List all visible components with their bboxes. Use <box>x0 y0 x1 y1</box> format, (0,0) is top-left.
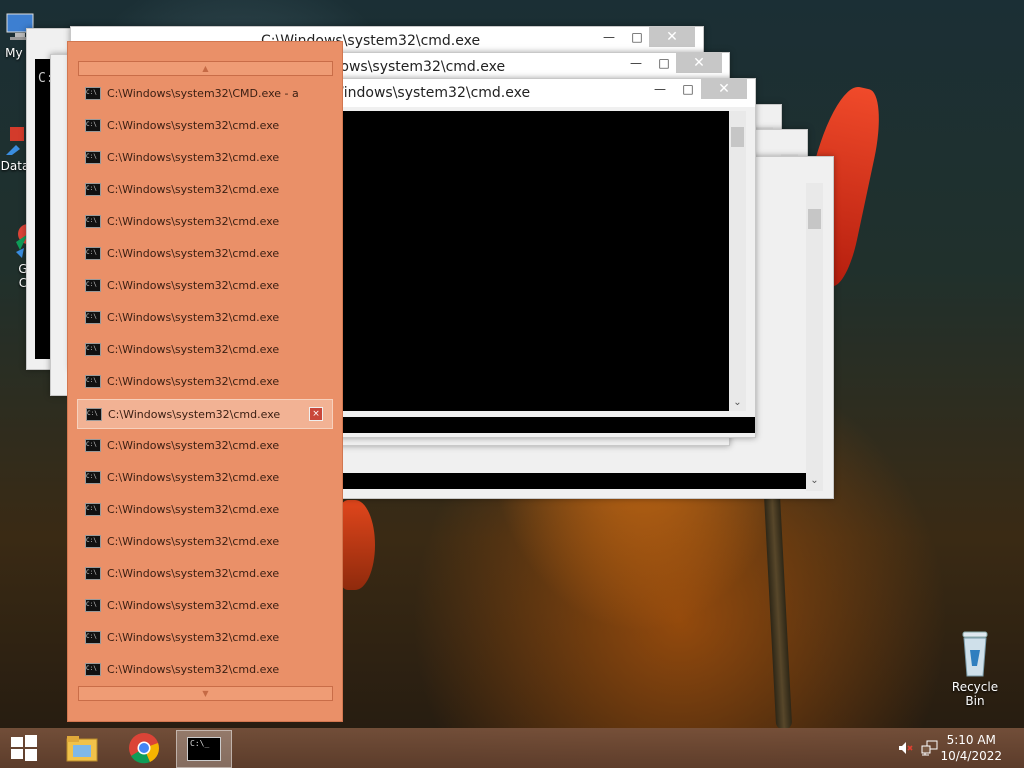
window-list-item-label: C:\Windows\system32\cmd.exe <box>107 598 280 612</box>
window-list-item-label: C:\Windows\system32\cmd.exe <box>107 470 280 484</box>
window-list-item-label: C:\Windows\system32\cmd.exe <box>107 662 280 676</box>
cmd-icon: C:\ <box>85 534 101 548</box>
maximize-button[interactable]: □ <box>624 27 650 47</box>
desktop-icon-recycle-bin[interactable]: Recycle Bin <box>942 630 1008 708</box>
cmd-icon: C:\ <box>85 598 101 612</box>
cmd-icon: C:\ <box>85 662 101 676</box>
cmd-icon: C:\ <box>85 278 101 292</box>
window-list-item[interactable]: C:\ C:\Windows\system32\cmd.exe <box>77 303 331 331</box>
window-list-item[interactable]: C:\ C:\Windows\system32\cmd.exe <box>77 271 331 299</box>
window-title: C:\Windows\system32\cmd.exe <box>311 85 531 101</box>
window-list-item[interactable]: C:\ C:\Windows\system32\cmd.exe <box>77 431 331 459</box>
window-list-item-label: C:\Windows\system32\cmd.exe <box>107 182 280 196</box>
volume-muted-icon[interactable] <box>897 740 913 760</box>
window-list-item[interactable]: C:\ C:\Windows\system32\cmd.exe <box>77 207 331 235</box>
window-list-item-label: C:\Windows\system32\CMD.exe - a <box>107 86 299 100</box>
window-list-item-label: C:\Windows\system32\cmd.exe <box>107 118 280 132</box>
cmd-icon: C:\ <box>85 374 101 388</box>
cmd-taskbar-button[interactable]: C:\_ <box>176 730 232 768</box>
scroll-thumb[interactable] <box>731 127 744 147</box>
window-list-item-label: C:\Windows\system32\cmd.exe <box>107 630 280 644</box>
window-list-item[interactable]: C:\ C:\Windows\system32\cmd.exe × <box>77 399 333 429</box>
cmd-icon: C:\ <box>85 438 101 452</box>
close-window-icon[interactable]: × <box>309 407 323 421</box>
vertical-scrollbar[interactable]: ⌄ <box>729 111 746 411</box>
cmd-icon: C:\ <box>85 342 101 356</box>
window-list-item-label: C:\Windows\system32\cmd.exe <box>107 502 280 516</box>
window-list-item-label: C:\Windows\system32\cmd.exe <box>108 407 281 421</box>
cmd-icon: C:\ <box>85 86 101 100</box>
taskbar-window-list[interactable]: ▲ C:\ C:\Windows\system32\CMD.exe - a C:\ C… <box>67 41 343 722</box>
window-list-item-label: C:\Windows\system32\cmd.exe <box>107 438 280 452</box>
network-icon[interactable] <box>921 740 939 760</box>
minimize-button[interactable]: — <box>647 79 673 99</box>
close-button[interactable]: ✕ <box>701 79 747 99</box>
cmd-icon: C:\ <box>85 246 101 260</box>
windows-logo-icon <box>11 735 37 761</box>
cmd-icon: C:\ <box>85 566 101 580</box>
cmd-icon: C:\_ <box>187 737 221 761</box>
window-list-item[interactable]: C:\ C:\Windows\system32\cmd.exe <box>77 175 331 203</box>
maximize-button[interactable]: □ <box>675 79 701 99</box>
window-list-item-label: C:\Windows\system32\cmd.exe <box>107 342 280 356</box>
scroll-down-arrow[interactable]: ⌄ <box>729 395 746 411</box>
folder-icon <box>66 736 98 762</box>
window-list-item[interactable]: C:\ C:\Windows\system32\cmd.exe <box>77 143 331 171</box>
maximize-button[interactable]: □ <box>651 53 677 73</box>
cmd-icon: C:\ <box>85 182 101 196</box>
cmd-icon: C:\ <box>85 214 101 228</box>
window-list-item[interactable]: C:\ C:\Windows\system32\cmd.exe <box>77 463 331 491</box>
cmd-icon: C:\ <box>85 630 101 644</box>
chrome-icon <box>129 733 159 764</box>
wallpaper-stem <box>763 489 793 731</box>
scroll-up-button[interactable]: ▲ <box>78 61 333 76</box>
minimize-button[interactable]: — <box>596 27 622 47</box>
data-icon <box>6 127 24 155</box>
window-list-item[interactable]: C:\ C:\Windows\system32\cmd.exe <box>77 335 331 363</box>
scroll-down-button[interactable]: ▼ <box>78 686 333 701</box>
cmd-icon: C:\ <box>85 502 101 516</box>
close-button[interactable]: ✕ <box>676 53 722 73</box>
cmd-icon: C:\ <box>85 310 101 324</box>
window-list-item[interactable]: C:\ C:\Windows\system32\cmd.exe <box>77 559 331 587</box>
window-list-item[interactable]: C:\ C:\Windows\system32\cmd.exe <box>77 655 331 683</box>
cmd-icon: C:\ <box>85 118 101 132</box>
taskbar: C:\_ 5:10 AM 10/4/2022 <box>0 728 1024 768</box>
window-list-item[interactable]: C:\ C:\Windows\system32\cmd.exe <box>77 623 331 651</box>
window-list-item-label: C:\Windows\system32\cmd.exe <box>107 374 280 388</box>
close-button[interactable]: ✕ <box>649 27 695 47</box>
start-button[interactable] <box>0 730 48 766</box>
window-list-item-label: C:\Windows\system32\cmd.exe <box>107 310 280 324</box>
system-clock[interactable]: 5:10 AM 10/4/2022 <box>940 732 1002 764</box>
chrome-button[interactable] <box>120 730 168 766</box>
cmd-icon: C:\ <box>85 470 101 484</box>
window-list-item[interactable]: C:\ C:\Windows\system32\cmd.exe <box>77 591 331 619</box>
window-list-item[interactable]: C:\ C:\Windows\system32\cmd.exe <box>77 367 331 395</box>
minimize-button[interactable]: — <box>623 53 649 73</box>
window-list-item-label: C:\Windows\system32\cmd.exe <box>107 566 280 580</box>
window-list-item-label: C:\Windows\system32\cmd.exe <box>107 246 280 260</box>
window-list-item-label: C:\Windows\system32\cmd.exe <box>107 214 280 228</box>
file-explorer-button[interactable] <box>58 730 106 766</box>
window-list-item-label: C:\Windows\system32\cmd.exe <box>107 534 280 548</box>
window-list-item-label: C:\Windows\system32\cmd.exe <box>107 150 280 164</box>
cmd-icon: C:\ <box>85 150 101 164</box>
recycle-bin-icon <box>962 631 988 677</box>
window-list-item[interactable]: C:\ C:\Windows\system32\cmd.exe <box>77 495 331 523</box>
window-list-item-label: C:\Windows\system32\cmd.exe <box>107 278 280 292</box>
cmd-icon: C:\ <box>86 407 102 421</box>
window-list-item[interactable]: C:\ C:\Windows\system32\CMD.exe - a <box>77 79 331 107</box>
window-list-item[interactable]: C:\ C:\Windows\system32\cmd.exe <box>77 239 331 267</box>
window-list-item[interactable]: C:\ C:\Windows\system32\cmd.exe <box>77 111 331 139</box>
window-list-item[interactable]: C:\ C:\Windows\system32\cmd.exe <box>77 527 331 555</box>
